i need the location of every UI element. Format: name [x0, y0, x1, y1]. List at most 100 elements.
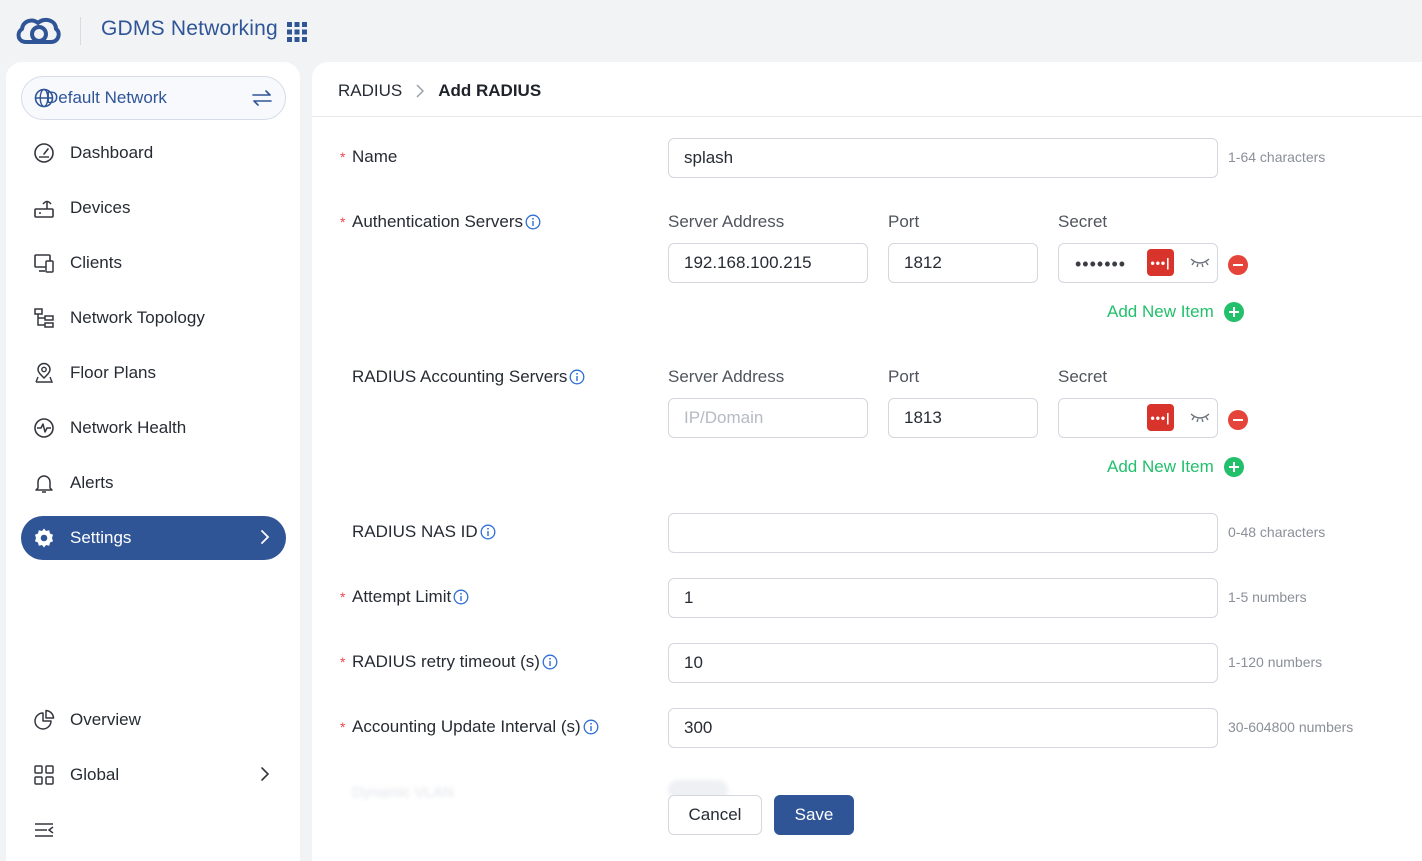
- secret-mask: •••••••: [1075, 254, 1127, 274]
- sidebar-item-label: Network Topology: [70, 308, 205, 327]
- nas-id-label-text: RADIUS NAS ID: [352, 522, 478, 541]
- name-input[interactable]: splash: [668, 138, 1218, 178]
- dynamic-vlan-label: Dynamic VLAN: [352, 784, 454, 801]
- info-icon[interactable]: [525, 214, 541, 230]
- network-selector[interactable]: Default Network: [21, 76, 286, 120]
- sidebar-item-clients[interactable]: Clients: [21, 241, 286, 285]
- nas-id-label: RADIUS NAS ID: [340, 522, 496, 542]
- divider: [80, 17, 81, 45]
- sidebar-item-label: Clients: [70, 253, 122, 272]
- gdms-cloud-logo-icon[interactable]: [14, 14, 62, 48]
- auth-server-secret-input[interactable]: ••••••• •••|: [1058, 243, 1218, 283]
- auth-secret-column-header: Secret: [1058, 212, 1108, 231]
- breadcrumb: RADIUS Add RADIUS: [338, 80, 541, 102]
- breadcrumb-radius-link[interactable]: RADIUS: [338, 81, 402, 101]
- topology-icon: [34, 308, 54, 328]
- auth-server-port-input[interactable]: 1812: [888, 243, 1038, 283]
- sidebar-item-overview[interactable]: Overview: [21, 698, 286, 742]
- acct-servers-label-text: RADIUS Accounting Servers: [352, 367, 568, 386]
- info-icon[interactable]: [569, 369, 585, 385]
- collapse-menu-icon: [35, 823, 54, 837]
- eye-closed-icon[interactable]: [1189, 255, 1211, 269]
- sidebar-item-floor-plans[interactable]: Floor Plans: [21, 351, 286, 395]
- nas-id-input[interactable]: [668, 513, 1218, 553]
- acct-server-address-input[interactable]: IP/Domain: [668, 398, 868, 438]
- required-asterisk: *: [340, 589, 346, 605]
- attempt-limit-label: * Attempt Limit: [340, 587, 469, 607]
- swap-arrows-icon[interactable]: [251, 89, 273, 107]
- map-pin-icon: [35, 362, 54, 383]
- info-icon[interactable]: [542, 654, 558, 670]
- acct-server-port-input[interactable]: 1813: [888, 398, 1038, 438]
- required-asterisk: *: [340, 214, 346, 230]
- auth-port-column-header: Port: [888, 212, 920, 231]
- sidebar-item-label: Global: [70, 765, 120, 784]
- apps-grid-icon: [34, 765, 54, 785]
- required-asterisk: *: [340, 719, 346, 735]
- sidebar-item-network-health[interactable]: Network Health: [21, 406, 286, 450]
- attempt-limit-hint: 1-5 numbers: [1228, 589, 1307, 605]
- name-label: * Name: [340, 147, 397, 167]
- router-icon: [34, 200, 54, 218]
- retry-timeout-input[interactable]: 10: [668, 643, 1218, 683]
- add-acct-server-button[interactable]: Add New Item: [1107, 457, 1244, 477]
- sidebar-item-devices[interactable]: Devices: [21, 186, 286, 230]
- acct-port-column-header: Port: [888, 367, 920, 386]
- required-asterisk: *: [340, 654, 346, 670]
- eye-closed-icon[interactable]: [1189, 410, 1211, 424]
- sidebar-item-global[interactable]: Global: [21, 753, 286, 797]
- retry-timeout-label: * RADIUS retry timeout (s): [340, 652, 558, 672]
- info-icon[interactable]: [480, 524, 496, 540]
- sidebar-item-label: Floor Plans: [70, 363, 156, 382]
- add-new-item-label: Add New Item: [1107, 457, 1214, 476]
- cancel-button[interactable]: Cancel: [668, 795, 762, 835]
- retry-timeout-hint: 1-120 numbers: [1228, 654, 1323, 670]
- dashboard-gauge-icon: [34, 143, 54, 163]
- info-icon[interactable]: [453, 589, 469, 605]
- network-selector-label: Default Network: [46, 88, 167, 107]
- add-new-item-label: Add New Item: [1107, 302, 1214, 321]
- acct-interval-input[interactable]: 300: [668, 708, 1218, 748]
- sidebar-item-alerts[interactable]: Alerts: [21, 461, 286, 505]
- plus-circle-icon: [1223, 302, 1244, 322]
- sidebar-item-network-topology[interactable]: Network Topology: [21, 296, 286, 340]
- sidebar-item-label: Network Health: [70, 418, 187, 437]
- acct-secret-column-header: Secret: [1058, 367, 1108, 386]
- acct-server-secret-input[interactable]: •••|: [1058, 398, 1218, 438]
- chevron-right-icon: [416, 84, 425, 98]
- collapse-menu-button[interactable]: [21, 808, 286, 852]
- pie-chart-icon: [34, 709, 55, 730]
- apps-grid-icon[interactable]: [287, 22, 307, 42]
- retry-timeout-label-text: RADIUS retry timeout (s): [352, 652, 540, 671]
- remove-acct-server-button[interactable]: [1228, 410, 1248, 430]
- password-manager-icon[interactable]: •••|: [1147, 249, 1174, 276]
- acct-address-column-header: Server Address: [668, 367, 785, 386]
- plus-circle-icon: [1223, 457, 1244, 477]
- main-panel: RADIUS Add RADIUS * Name splash 1-64 cha…: [312, 62, 1422, 861]
- password-manager-icon[interactable]: •••|: [1147, 404, 1174, 431]
- sidebar: Default Network Dashboard Devices Client…: [6, 62, 300, 861]
- add-auth-server-button[interactable]: Add New Item: [1107, 302, 1244, 322]
- save-button[interactable]: Save: [774, 795, 854, 835]
- nas-id-hint: 0-48 characters: [1228, 524, 1326, 540]
- monitor-phone-icon: [34, 254, 54, 273]
- acct-interval-label-text: Accounting Update Interval (s): [352, 717, 581, 736]
- sidebar-item-settings[interactable]: Settings: [21, 516, 286, 560]
- sidebar-item-label: Settings: [70, 528, 132, 547]
- divider: [312, 116, 1422, 117]
- sidebar-item-dashboard[interactable]: Dashboard: [21, 131, 286, 175]
- auth-address-column-header: Server Address: [668, 212, 785, 231]
- auth-server-address-input[interactable]: 192.168.100.215: [668, 243, 868, 283]
- gear-icon: [35, 528, 53, 548]
- attempt-limit-label-text: Attempt Limit: [352, 587, 452, 606]
- acct-servers-label: RADIUS Accounting Servers: [340, 367, 585, 387]
- info-icon[interactable]: [583, 719, 599, 735]
- attempt-limit-input[interactable]: 1: [668, 578, 1218, 618]
- acct-interval-label: * Accounting Update Interval (s): [340, 717, 599, 737]
- top-bar: GDMS Networking: [0, 0, 1422, 62]
- remove-auth-server-button[interactable]: [1228, 255, 1248, 275]
- chevron-right-icon: [261, 767, 270, 781]
- sidebar-item-label: Devices: [70, 198, 131, 217]
- pulse-icon: [34, 418, 54, 438]
- page-title: Add RADIUS: [438, 81, 542, 100]
